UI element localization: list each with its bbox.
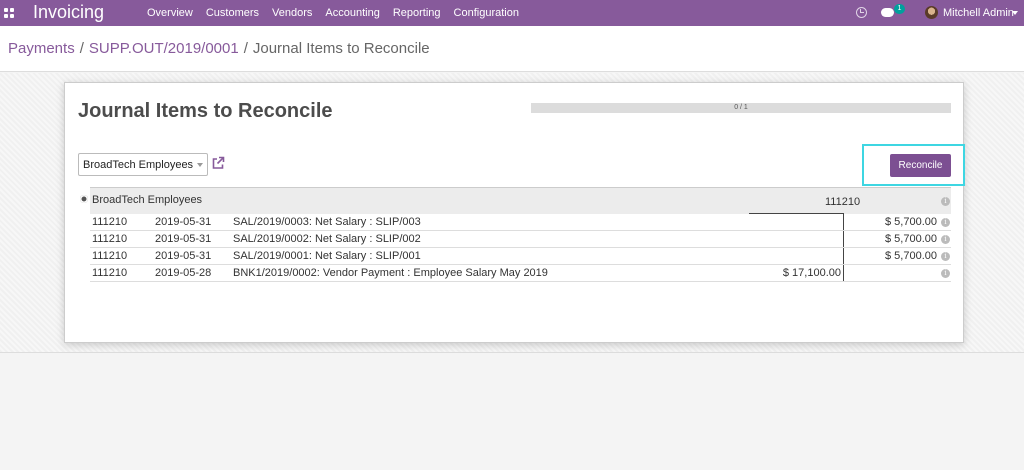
cell-date: 2019-05-31 [155, 216, 212, 228]
cell-label: SAL/2019/0001: Net Salary : SLIP/001 [233, 250, 421, 262]
reconciliation-sheet: Journal Items to Reconcile 0 / 1 BroadTe… [64, 82, 965, 343]
cell-debit: $ 17,100.00 [782, 267, 841, 279]
breadcrumb-payment-record[interactable]: SUPP.OUT/2019/0001 [89, 40, 239, 57]
table-row[interactable]: 111210 2019-05-31 SAL/2019/0002: Net Sal… [90, 231, 951, 248]
partner-group-header[interactable]: BroadTech Employees 111210 i [90, 187, 951, 214]
table-row[interactable]: 111210 2019-05-31 SAL/2019/0003: Net Sal… [90, 214, 951, 231]
caret-down-icon[interactable] [1012, 11, 1018, 15]
menu-item-overview[interactable]: Overview [147, 7, 193, 19]
menu-item-accounting[interactable]: Accounting [325, 7, 379, 19]
apps-icon[interactable] [4, 8, 14, 18]
clock-icon[interactable] [856, 7, 867, 18]
breadcrumb-separator: / [79, 40, 84, 57]
info-icon[interactable]: i [941, 218, 950, 227]
group-account-code: 111210 [825, 196, 861, 208]
group-partner-name: BroadTech Employees [92, 194, 203, 206]
external-link-icon[interactable] [211, 156, 225, 170]
control-panel: Payments / SUPP.OUT/2019/0001/Journal Item… [0, 26, 1024, 72]
gear-icon[interactable] [80, 195, 88, 203]
menu-item-customers[interactable]: Customers [206, 7, 259, 19]
cell-date: 2019-05-28 [155, 267, 212, 279]
avatar[interactable] [925, 6, 938, 19]
table-row[interactable]: 111210 2019-05-28 BNK1/2019/0002: Vendor… [90, 265, 951, 282]
page-title: Journal Items to Reconcile [78, 100, 333, 122]
info-icon[interactable]: i [941, 252, 950, 261]
chat-icon[interactable] [881, 8, 894, 17]
chevron-down-icon [197, 163, 203, 167]
reconcile-button[interactable]: Reconcile [890, 154, 951, 177]
info-icon[interactable]: i [941, 197, 950, 206]
app-title[interactable]: Invoicing [33, 2, 104, 23]
cell-credit: $ 5,700.00 [885, 250, 937, 262]
cell-label: BNK1/2019/0002: Vendor Payment : Employe… [233, 267, 548, 279]
breadcrumb: Payments / SUPP.OUT/2019/0001/Journal Item… [8, 40, 430, 57]
breadcrumb-current: Journal Items to Reconcile [252, 40, 430, 57]
cell-account: 111210 [92, 216, 128, 228]
cell-credit: $ 5,700.00 [885, 216, 937, 228]
cell-account: 111210 [92, 267, 128, 279]
menu-item-reporting[interactable]: Reporting [393, 7, 441, 19]
info-icon[interactable]: i [941, 235, 950, 244]
table-row[interactable]: 111210 2019-05-31 SAL/2019/0001: Net Sal… [90, 248, 951, 265]
reconciliation-progress-bar: 0 / 1 [531, 103, 951, 113]
cell-account: 111210 [92, 250, 128, 262]
cell-credit: $ 5,700.00 [885, 233, 937, 245]
partner-select[interactable]: BroadTech Employees [78, 153, 208, 176]
cell-label: SAL/2019/0003: Net Salary : SLIP/003 [233, 216, 421, 228]
partner-select-value: BroadTech Employees [83, 159, 194, 171]
info-icon[interactable]: i [941, 269, 950, 278]
progress-text: 0 / 1 [734, 104, 748, 111]
breadcrumb-payments[interactable]: Payments [8, 40, 75, 57]
cell-date: 2019-05-31 [155, 233, 212, 245]
breadcrumb-separator: / [243, 40, 248, 57]
top-navbar: Invoicing Overview Customers Vendors Acc… [0, 0, 1024, 26]
main-menu: Overview Customers Vendors Accounting Re… [147, 7, 532, 19]
user-menu[interactable]: Mitchell Admin [943, 7, 1014, 19]
menu-item-configuration[interactable]: Configuration [454, 7, 519, 19]
cell-date: 2019-05-31 [155, 250, 212, 262]
cell-account: 111210 [92, 233, 128, 245]
messages-badge: 1 [894, 4, 905, 14]
menu-item-vendors[interactable]: Vendors [272, 7, 312, 19]
cell-label: SAL/2019/0002: Net Salary : SLIP/002 [233, 233, 421, 245]
